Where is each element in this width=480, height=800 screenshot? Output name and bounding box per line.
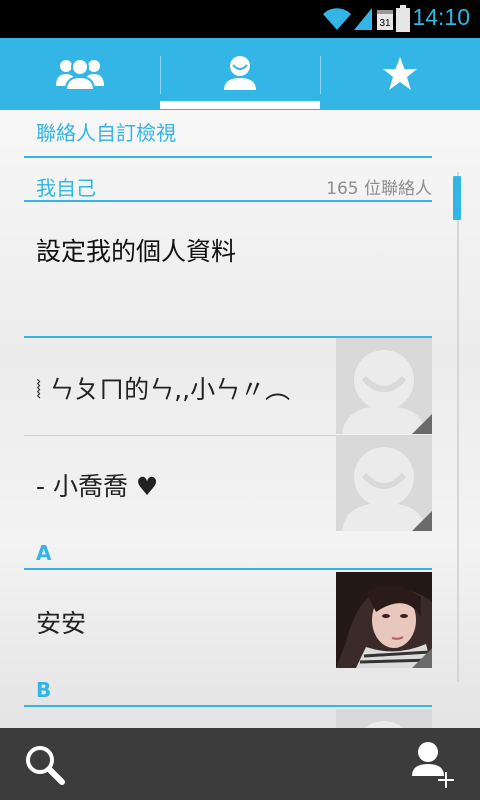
bottom-action-bar	[0, 728, 480, 800]
default-avatar[interactable]	[336, 338, 432, 434]
status-bar: 31 14:10	[0, 0, 480, 38]
contact-name: 安安	[36, 609, 87, 638]
contact-name: - 小喬喬 ♥	[36, 472, 159, 501]
search-icon	[26, 746, 65, 785]
signal-icon	[354, 8, 372, 30]
me-section-header: 我自己 165 位聯絡人	[24, 172, 432, 202]
star-icon	[383, 57, 417, 90]
add-contact-button[interactable]	[408, 740, 460, 790]
tab-all-contacts[interactable]	[160, 38, 320, 110]
wifi-icon	[323, 8, 351, 30]
default-avatar[interactable]	[336, 709, 432, 728]
tab-groups[interactable]	[0, 38, 160, 110]
quick-contact-badge	[412, 414, 432, 434]
contact-name: ⦚ ㄣㄆㄇ的ㄣ,,小ㄣ〃︵	[36, 375, 291, 404]
list-item[interactable]: 安安	[24, 572, 432, 670]
quick-contact-badge	[412, 648, 432, 668]
selected-tab-indicator	[160, 101, 320, 109]
tab-favorites[interactable]	[320, 38, 480, 110]
tab-bar	[0, 38, 480, 110]
custom-view-link[interactable]: 聯絡人自訂檢視	[24, 110, 432, 158]
section-header-b: B	[24, 677, 432, 707]
groups-icon	[56, 58, 104, 91]
profile-setup-label: 設定我的個人資料	[36, 237, 237, 266]
default-avatar[interactable]	[336, 435, 432, 531]
list-item[interactable]: - 小喬喬 ♥	[24, 435, 432, 533]
person-silhouette-icon	[364, 721, 404, 728]
scrollbar-thumb[interactable]	[453, 176, 461, 220]
contact-count: 165 位聯絡人	[326, 179, 432, 199]
section-letter: A	[36, 541, 52, 565]
calendar-icon: 31	[377, 10, 393, 30]
me-label: 我自己	[36, 176, 96, 200]
contact-list[interactable]: 聯絡人自訂檢視 我自己 165 位聯絡人 設定我的個人資料 ⦚ ㄣㄆㄇ的ㄣ,,小…	[0, 110, 480, 728]
battery-icon	[396, 5, 410, 32]
search-button[interactable]	[20, 742, 72, 786]
section-letter: B	[36, 678, 52, 702]
list-item[interactable]: ⦚ ㄣㄆㄇ的ㄣ,,小ㄣ〃︵	[24, 338, 432, 436]
add-contact-icon	[412, 742, 454, 788]
calendar-day: 31	[379, 18, 391, 29]
my-profile-item[interactable]: 設定我的個人資料	[24, 202, 432, 338]
photo-avatar[interactable]	[336, 572, 432, 668]
scrollbar-track	[457, 172, 459, 682]
person-icon	[224, 56, 256, 90]
status-clock: 14:10	[412, 4, 470, 30]
section-header-a: A	[24, 540, 432, 570]
quick-contact-badge	[412, 511, 432, 531]
